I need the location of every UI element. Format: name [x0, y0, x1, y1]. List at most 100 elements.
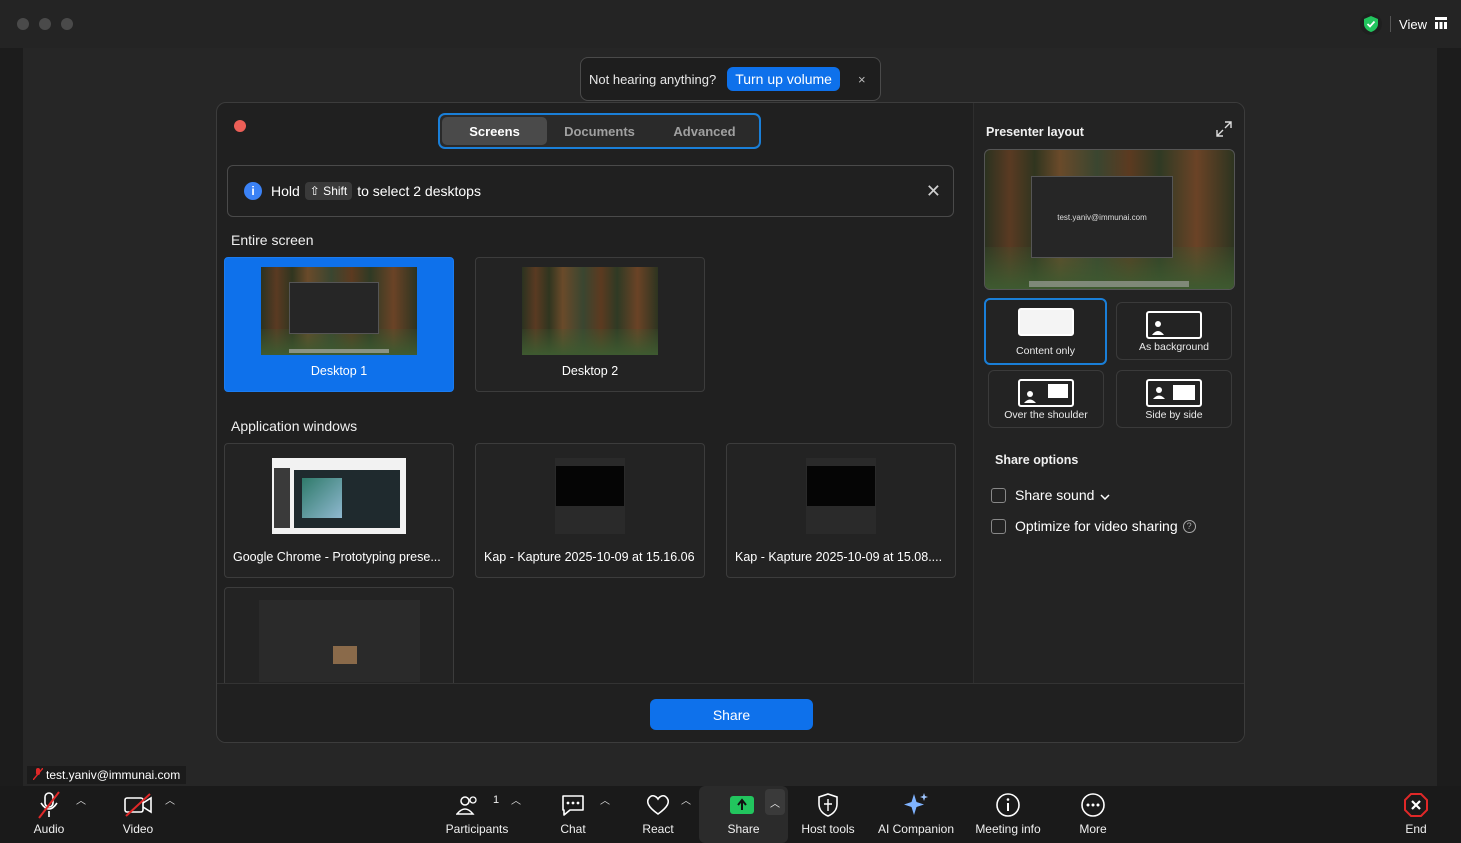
toast-close-icon[interactable]: ×: [858, 72, 866, 87]
share-label: Share: [727, 822, 760, 836]
app-4-thumbnail: [259, 600, 420, 682]
info-circle-icon: [993, 790, 1023, 820]
meeting-info-button[interactable]: Meeting info: [971, 786, 1045, 843]
preview-window: test.yaniv@immunai.com: [1031, 176, 1173, 258]
source-tabs: Screens Documents Advanced: [438, 113, 761, 149]
over-the-shoulder-icon: [1018, 379, 1074, 407]
host-tools-label: Host tools: [801, 822, 855, 836]
zoom-window-button[interactable]: [61, 18, 73, 30]
banner-close-icon[interactable]: ✕: [926, 181, 941, 202]
react-button[interactable]: React: [637, 786, 679, 843]
share-caret-icon[interactable]: ︿: [765, 789, 785, 815]
turn-up-volume-button[interactable]: Turn up volume: [727, 67, 840, 91]
chrome-thumbnail: [272, 458, 406, 534]
optimize-video-label: Optimize for video sharing: [1015, 518, 1178, 534]
share-button[interactable]: Share: [650, 699, 813, 730]
minimize-window-button[interactable]: [39, 18, 51, 30]
side-by-side-icon: [1146, 379, 1202, 407]
desktop-1-card[interactable]: Desktop 1: [224, 257, 454, 392]
kap-2-label: Kap - Kapture 2025-10-09 at 15.08....: [735, 550, 943, 564]
presenter-layout-title: Presenter layout: [986, 125, 1084, 139]
shield-icon: [813, 790, 843, 820]
audio-button[interactable]: Audio: [24, 786, 74, 843]
optimize-video-option[interactable]: Optimize for video sharing ?: [991, 518, 1196, 534]
more-icon: [1078, 790, 1108, 820]
side-by-side-label: Side by side: [1145, 409, 1203, 421]
participants-label: Participants: [445, 822, 509, 836]
tab-advanced[interactable]: Advanced: [652, 117, 757, 145]
app-window-kap-1-card[interactable]: Kap - Kapture 2025-10-09 at 15.16.06: [475, 443, 705, 578]
participant-name-tag: test.yaniv@immunai.com: [27, 766, 187, 784]
audio-caret-icon[interactable]: ︿: [76, 792, 86, 807]
desktop-1-label: Desktop 1: [310, 364, 368, 378]
content-only-icon: [1017, 308, 1074, 336]
desktop-2-thumbnail: [522, 267, 658, 355]
banner-prefix: Hold: [271, 183, 300, 199]
end-label: End: [1405, 822, 1427, 836]
participant-name: test.yaniv@immunai.com: [46, 768, 181, 782]
chevron-down-icon[interactable]: [1100, 487, 1110, 503]
share-sound-label: Share sound: [1015, 487, 1095, 503]
more-button[interactable]: More: [1073, 786, 1113, 843]
toast-message: Not hearing anything?: [589, 71, 717, 87]
share-sound-checkbox[interactable]: [991, 487, 1006, 503]
video-button[interactable]: Video: [113, 786, 163, 843]
layout-over-the-shoulder[interactable]: Over the shoulder: [988, 370, 1104, 428]
dialog-footer: Share: [217, 683, 1244, 742]
optimize-video-checkbox[interactable]: [991, 518, 1006, 534]
grid-icon: [1435, 16, 1447, 32]
share-screen-icon: [727, 790, 757, 820]
close-window-button[interactable]: [17, 18, 29, 30]
close-dialog-button[interactable]: [234, 120, 246, 132]
tab-screens[interactable]: Screens: [442, 117, 547, 145]
app-window-kap-2-card[interactable]: Kap - Kapture 2025-10-09 at 15.08....: [726, 443, 956, 578]
encryption-shield-icon[interactable]: [1360, 13, 1383, 35]
host-tools-button[interactable]: Host tools: [796, 786, 860, 843]
react-label: React: [642, 822, 674, 836]
presenter-layout-pane: Presenter layout test.yaniv@immunai.com …: [973, 103, 1244, 683]
ai-companion-button[interactable]: AI Companion: [874, 786, 958, 843]
zoom-window: View Not hearing anything? Turn up volum…: [0, 0, 1461, 843]
info-icon: i: [244, 182, 262, 200]
share-screen-dialog: Screens Documents Advanced i Hold ⇧ Shif…: [216, 102, 1245, 743]
banner-suffix: to select 2 desktops: [357, 183, 481, 199]
end-button[interactable]: End: [1396, 786, 1436, 843]
layout-content-only[interactable]: Content only: [984, 298, 1107, 365]
layout-side-by-side[interactable]: Side by side: [1116, 370, 1232, 428]
meeting-toolbar: Audio ︿ Video ︿ 1 Participants ︿ Chat ︿: [0, 786, 1461, 843]
participants-count: 1: [493, 794, 500, 806]
over-the-shoulder-label: Over the shoulder: [1004, 409, 1088, 421]
muted-mic-icon: [32, 767, 44, 783]
kap-1-label: Kap - Kapture 2025-10-09 at 15.16.06: [484, 550, 695, 564]
participants-caret-icon[interactable]: ︿: [511, 792, 521, 807]
app-window-chrome-card[interactable]: Google Chrome - Prototyping prese...: [224, 443, 454, 578]
audio-label: Audio: [33, 822, 65, 836]
view-button[interactable]: View: [1360, 12, 1447, 36]
video-off-icon: [123, 790, 153, 820]
share-sources-pane: Screens Documents Advanced i Hold ⇧ Shif…: [217, 103, 973, 722]
expand-icon[interactable]: [1216, 121, 1232, 137]
shift-key-badge: ⇧ Shift: [304, 182, 353, 200]
shift-hint-banner: i Hold ⇧ Shift to select 2 desktops ✕: [227, 165, 954, 217]
tab-documents[interactable]: Documents: [547, 117, 652, 145]
chat-caret-icon[interactable]: ︿: [600, 792, 610, 807]
content-only-label: Content only: [1016, 345, 1075, 357]
desktop-2-card[interactable]: Desktop 2: [475, 257, 705, 392]
participants-button[interactable]: 1 Participants: [440, 786, 514, 843]
audio-toast: Not hearing anything? Turn up volume ×: [580, 57, 881, 101]
layout-as-background[interactable]: As background: [1116, 302, 1232, 360]
help-icon[interactable]: ?: [1182, 519, 1196, 533]
share-toolbar-button[interactable]: ︿ Share: [699, 786, 788, 843]
view-label: View: [1399, 16, 1427, 32]
application-windows-title: Application windows: [231, 418, 358, 434]
share-sound-option[interactable]: Share sound: [991, 487, 1110, 503]
video-caret-icon[interactable]: ︿: [165, 792, 175, 807]
share-options-title: Share options: [995, 453, 1079, 467]
chrome-window-label: Google Chrome - Prototyping prese...: [233, 550, 441, 564]
participants-icon: [453, 790, 483, 820]
heart-icon: [643, 790, 673, 820]
muted-mic-icon: [34, 790, 64, 820]
react-caret-icon[interactable]: ︿: [681, 792, 691, 807]
chat-button[interactable]: Chat: [553, 786, 593, 843]
meeting-info-label: Meeting info: [975, 822, 1041, 836]
